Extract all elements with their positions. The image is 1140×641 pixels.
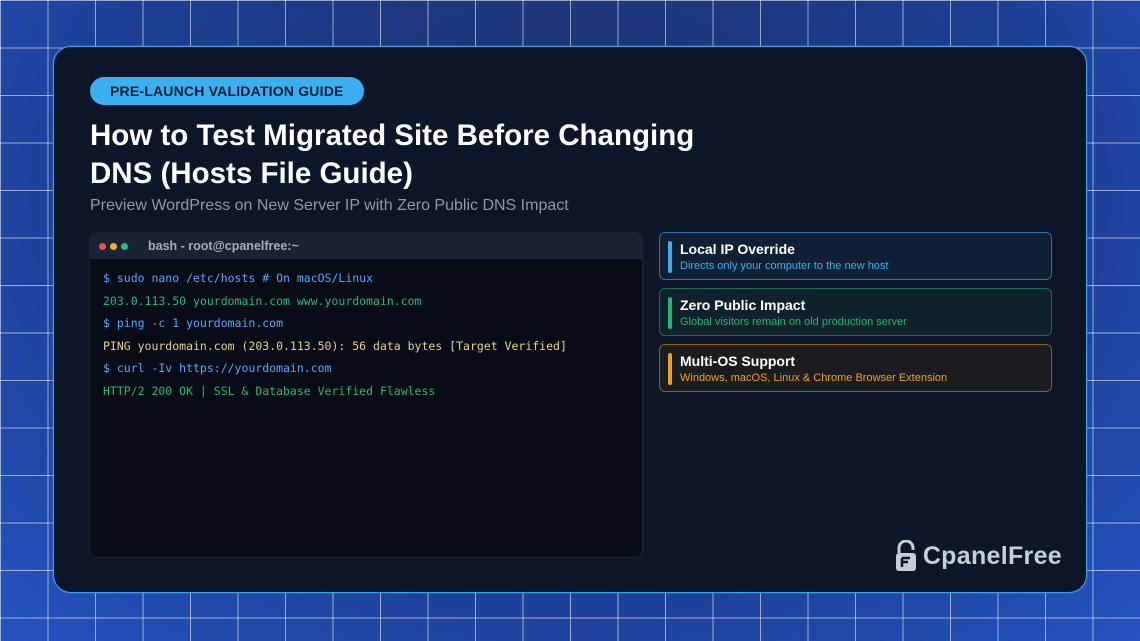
feature-description: Directs only your computer to the new ho… [680, 260, 889, 272]
lock-icon [895, 540, 916, 571]
accent-bar [668, 241, 672, 273]
page-title: How to Test Migrated Site Before Changin… [90, 119, 695, 190]
brand-name: CpanelFree [922, 541, 1062, 570]
feature-title: Local IP Override [680, 241, 795, 257]
brand-logo: CpanelFree [895, 540, 1062, 572]
main-card: PRE-LAUNCH VALIDATION GUIDE How to Test … [53, 46, 1087, 593]
terminal-titlebar: bash - root@cpanelfree:~ [90, 233, 642, 259]
terminal-line: PING yourdomain.com (203.0.113.50): 56 d… [103, 338, 567, 353]
terminal-title: bash - root@cpanelfree:~ [148, 239, 299, 253]
accent-bar [668, 353, 672, 385]
feature-card-zero-public-impact: Zero Public Impact Global visitors remai… [659, 288, 1052, 336]
accent-bar [668, 297, 672, 329]
terminal-line: $ curl -Iv https://yourdomain.com [103, 361, 332, 376]
feature-description: Windows, macOS, Linux & Chrome Browser E… [680, 372, 948, 384]
terminal-line: $ ping -c 1 yourdomain.com [103, 316, 284, 331]
terminal-line: $ sudo nano /etc/hosts # On macOS/Linux [103, 271, 374, 285]
feature-card-multi-os-support: Multi-OS Support Windows, macOS, Linux &… [659, 344, 1052, 392]
maximize-dot-icon [121, 242, 128, 250]
feature-card-local-ip-override: Local IP Override Directs only your comp… [659, 232, 1052, 280]
page-subtitle: Preview WordPress on New Server IP with … [90, 197, 569, 214]
terminal-window: bash - root@cpanelfree:~ $ sudo nano /et… [89, 232, 643, 558]
close-dot-icon [99, 242, 106, 250]
terminal-line: HTTP/2 200 OK | SSL & Database Verified … [103, 383, 436, 398]
terminal-body: $ sudo nano /etc/hosts # On macOS/Linux … [90, 259, 642, 403]
minimize-dot-icon [110, 242, 117, 250]
feature-list: Local IP Override Directs only your comp… [659, 232, 1052, 400]
feature-title: Zero Public Impact [680, 297, 806, 313]
feature-description: Global visitors remain on old production… [680, 316, 907, 328]
terminal-line: 203.0.113.50 yourdomain.com www.yourdoma… [103, 293, 422, 308]
category-badge: PRE-LAUNCH VALIDATION GUIDE [90, 77, 364, 105]
feature-title: Multi-OS Support [680, 353, 796, 369]
